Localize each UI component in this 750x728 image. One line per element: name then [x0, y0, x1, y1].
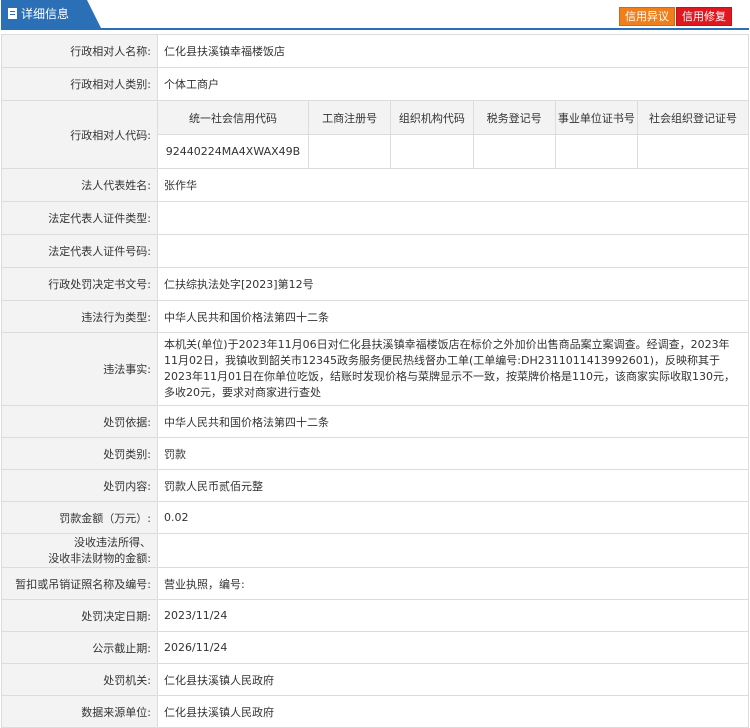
codes-value — [637, 134, 748, 169]
field-value: 仁扶综执法处字[2023]第12号 — [157, 267, 749, 301]
table-row: 处罚机关: 仁化县扶溪镇人民政府 — [1, 663, 749, 696]
table-row: 行政相对人名称: 仁化县扶溪镇幸福楼饭店 — [1, 34, 749, 68]
field-label: 行政处罚决定书文号: — [1, 267, 158, 301]
field-label: 处罚决定日期: — [1, 599, 158, 632]
field-value: 仁化县扶溪镇人民政府 — [157, 695, 749, 728]
tab-label: 详细信息 — [21, 7, 70, 21]
codes-header-row: 统一社会信用代码 工商注册号 组织机构代码 税务登记号 事业单位证书号 社会组织… — [158, 100, 748, 135]
table-row: 违法事实: 本机关(单位)于2023年11月06日对仁化县扶溪镇幸福楼饭店在标价… — [1, 332, 749, 406]
codes-header: 社会组织登记证号 — [637, 100, 748, 135]
detail-table: 行政相对人名称: 仁化县扶溪镇幸福楼饭店 行政相对人类别: 个体工商户 行政相对… — [1, 34, 749, 728]
field-value: 营业执照，编号: — [157, 567, 749, 600]
field-label: 处罚依据: — [1, 405, 158, 438]
field-label: 数据来源单位: — [1, 695, 158, 728]
field-value: 中华人民共和国价格法第四十二条 — [157, 405, 749, 438]
field-label: 处罚机关: — [1, 663, 158, 696]
field-value: 2026/11/24 — [157, 631, 749, 664]
field-value: 个体工商户 — [157, 67, 749, 101]
field-label: 行政相对人名称: — [1, 34, 158, 68]
table-row: 数据来源单位: 仁化县扶溪镇人民政府 — [1, 695, 749, 728]
codes-value — [390, 134, 474, 169]
field-value — [157, 201, 749, 235]
codes-header: 税务登记号 — [472, 100, 556, 135]
table-row: 行政相对人类别: 个体工商户 — [1, 67, 749, 101]
codes-value — [307, 134, 392, 169]
field-value: 2023/11/24 — [157, 599, 749, 632]
field-label: 违法事实: — [1, 332, 158, 406]
field-label: 公示截止期: — [1, 631, 158, 664]
codes-value: 92440224MA4XWAX49B — [158, 134, 309, 169]
table-row: 法定代表人证件类型: — [1, 201, 749, 235]
field-value — [157, 533, 749, 568]
field-value: 0.02 — [157, 501, 749, 534]
detail-panel: 详细信息 信用异议 信用修复 行政相对人名称: 仁化县扶溪镇幸福楼饭店 行政相对… — [1, 0, 749, 728]
codes-header: 组织机构代码 — [390, 100, 474, 135]
table-row: 行政处罚决定书文号: 仁扶综执法处字[2023]第12号 — [1, 267, 749, 301]
table-row: 处罚类别: 罚款 — [1, 437, 749, 470]
codes-table: 统一社会信用代码 工商注册号 组织机构代码 税务登记号 事业单位证书号 社会组织… — [158, 100, 748, 169]
field-label: 暂扣或吊销证照名称及编号: — [1, 567, 158, 600]
field-value: 仁化县扶溪镇幸福楼饭店 — [157, 34, 749, 68]
table-row: 行政相对人代码: 统一社会信用代码 工商注册号 组织机构代码 税务登记号 事业单… — [1, 100, 749, 169]
field-value: 罚款人民币贰佰元整 — [157, 469, 749, 502]
field-label: 违法行为类型: — [1, 300, 158, 333]
table-row: 法定代表人证件号码: — [1, 234, 749, 268]
field-label: 法定代表人证件号码: — [1, 234, 158, 268]
field-value: 罚款 — [157, 437, 749, 470]
table-row: 罚款金额（万元）: 0.02 — [1, 501, 749, 534]
field-label-line: 没收非法财物的金额: — [48, 551, 151, 565]
codes-value — [554, 134, 639, 169]
codes-header: 统一社会信用代码 — [158, 100, 309, 135]
field-value: 张作华 — [157, 168, 749, 202]
codes-value — [472, 134, 556, 169]
violation-facts: 本机关(单位)于2023年11月06日对仁化县扶溪镇幸福楼饭店在标价之外加价出售… — [157, 332, 749, 406]
field-value: 仁化县扶溪镇人民政府 — [157, 663, 749, 696]
field-value — [157, 234, 749, 268]
field-label: 处罚类别: — [1, 437, 158, 470]
codes-header: 事业单位证书号 — [554, 100, 639, 135]
codes-cell: 统一社会信用代码 工商注册号 组织机构代码 税务登记号 事业单位证书号 社会组织… — [157, 100, 749, 169]
field-value: 中华人民共和国价格法第四十二条 — [157, 300, 749, 333]
table-row: 违法行为类型: 中华人民共和国价格法第四十二条 — [1, 300, 749, 333]
field-label: 处罚内容: — [1, 469, 158, 502]
credit-objection-button[interactable]: 信用异议 — [619, 7, 675, 26]
field-label: 行政相对人代码: — [1, 100, 158, 169]
table-row: 处罚决定日期: 2023/11/24 — [1, 599, 749, 632]
document-icon — [8, 8, 17, 19]
detail-header: 详细信息 信用异议 信用修复 — [1, 0, 749, 30]
table-row: 法人代表姓名: 张作华 — [1, 168, 749, 202]
table-row: 公示截止期: 2026/11/24 — [1, 631, 749, 664]
field-label: 法定代表人证件类型: — [1, 201, 158, 235]
field-label: 行政相对人类别: — [1, 67, 158, 101]
table-row: 处罚依据: 中华人民共和国价格法第四十二条 — [1, 405, 749, 438]
field-label-line: 没收违法所得、 — [74, 535, 151, 549]
codes-value-row: 92440224MA4XWAX49B — [158, 134, 748, 169]
credit-repair-button[interactable]: 信用修复 — [676, 7, 732, 26]
table-row: 暂扣或吊销证照名称及编号: 营业执照，编号: — [1, 567, 749, 600]
field-label: 法人代表姓名: — [1, 168, 158, 202]
tab-detail-info[interactable]: 详细信息 — [1, 0, 101, 28]
codes-header: 工商注册号 — [307, 100, 392, 135]
table-row: 没收违法所得、 没收非法财物的金额: — [1, 533, 749, 568]
field-label: 罚款金额（万元）: — [1, 501, 158, 534]
table-row: 处罚内容: 罚款人民币贰佰元整 — [1, 469, 749, 502]
field-label: 没收违法所得、 没收非法财物的金额: — [1, 533, 158, 568]
